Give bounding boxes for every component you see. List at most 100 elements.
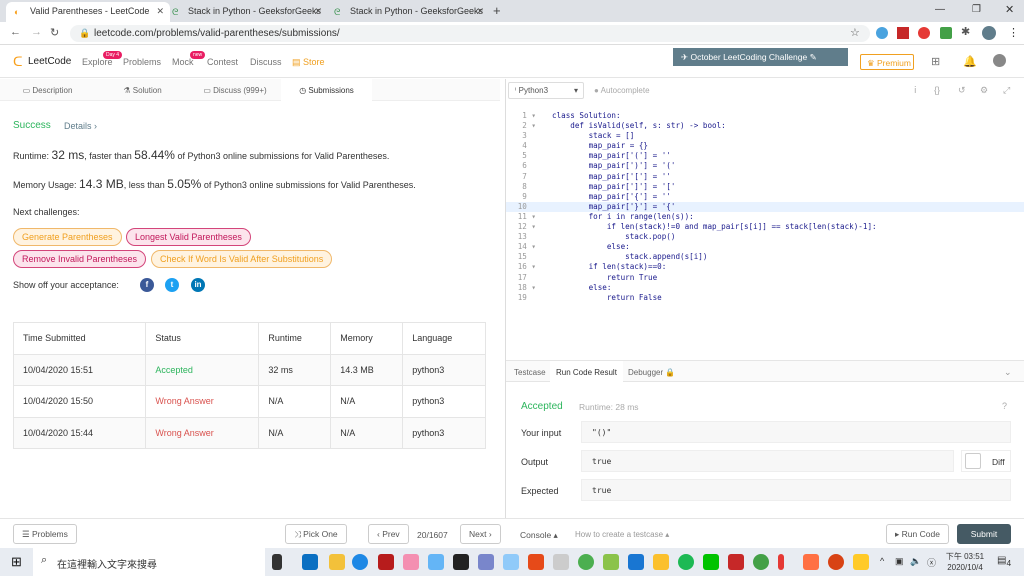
code-line[interactable]: 1 ▾ class Solution: (506, 111, 1024, 121)
maximize-button[interactable]: ❐ (972, 4, 981, 15)
app-icon[interactable] (503, 554, 519, 570)
submit-button[interactable]: Submit (957, 524, 1011, 544)
volume-icon[interactable]: 🔈 (910, 556, 921, 567)
nav-store[interactable]: ▤ Store (292, 57, 325, 68)
challenge-chip[interactable]: Remove Invalid Parentheses (13, 250, 147, 268)
windows-start-icon[interactable]: ⊞ (11, 554, 22, 570)
challenge-chip[interactable]: Generate Parentheses (13, 228, 122, 246)
collapse-chevron-icon[interactable]: ⌄ (1004, 367, 1012, 378)
notification-bell-icon[interactable]: 🔔 (963, 55, 977, 68)
taskbar-search[interactable]: ⌕ 在這裡輸入文字來搜尋 (33, 548, 265, 576)
code-line[interactable]: 16 ▾ if len(stack)==0: (506, 262, 1024, 272)
next-button[interactable]: Next › (460, 524, 501, 544)
mail-icon[interactable] (302, 554, 318, 570)
table-row[interactable]: 10/04/2020 15:51 Accepted 32 ms 14.3 MB pyth… (12, 353, 486, 386)
close-tab-icon[interactable]: ✕ (156, 6, 164, 17)
code-line[interactable]: 14 ▾ else: (506, 242, 1024, 252)
spotify-icon[interactable] (678, 554, 694, 570)
code-line[interactable]: 17 return True (506, 273, 1024, 283)
close-window-button[interactable]: ✕ (1005, 3, 1014, 16)
code-line[interactable]: 13 stack.pop() (506, 232, 1024, 242)
office-icon[interactable] (528, 554, 544, 570)
forward-icon[interactable]: → (31, 26, 42, 38)
diff-toggle[interactable]: Diff (961, 450, 1011, 472)
browser-tab[interactable]: ᘓ Stack in Python - GeeksforGeeks ✕ (326, 2, 490, 22)
tray-chevron-icon[interactable]: ^ (880, 556, 884, 566)
code-line[interactable]: 19 return False (506, 293, 1024, 303)
braces-icon[interactable]: {} (934, 85, 940, 95)
code-line[interactable]: 18 ▾ else: (506, 283, 1024, 293)
linkedin-icon[interactable]: in (191, 278, 205, 292)
chrome-icon[interactable] (578, 554, 594, 570)
app-icon[interactable] (603, 554, 619, 570)
tab-testcase[interactable]: Testcase (514, 368, 546, 377)
table-row[interactable]: 10/04/2020 15:50 Wrong Answer N/A N/A python… (12, 385, 486, 418)
reload-icon[interactable]: ↻ (50, 26, 59, 39)
settings-icon[interactable]: ⚙ (980, 85, 988, 96)
testcase-help-link[interactable]: How to create a testcase ▴ (575, 530, 669, 539)
code-line[interactable]: 3 stack = [] (506, 131, 1024, 141)
line-icon[interactable] (703, 554, 719, 570)
close-tab-icon[interactable]: ✕ (476, 6, 484, 17)
prev-button[interactable]: ‹ Prev (368, 524, 409, 544)
app-icon[interactable] (778, 554, 784, 570)
status-link[interactable]: Wrong Answer (145, 385, 260, 418)
app-icon[interactable] (553, 554, 569, 570)
tab-solution[interactable]: ⚗ Solution (95, 79, 190, 101)
close-tab-icon[interactable]: ✕ (314, 6, 322, 17)
reset-icon[interactable]: ↺ (958, 85, 966, 96)
ime-icon[interactable]: ⓧ (927, 556, 936, 569)
code-line[interactable]: 12 ▾ if len(stack)!=0 and map_pair[s[i]]… (506, 222, 1024, 232)
help-icon[interactable]: ? (1002, 401, 1007, 411)
user-avatar[interactable] (993, 54, 1006, 67)
menu-icon[interactable]: ⋮ (1008, 26, 1019, 39)
app-icon[interactable] (478, 554, 494, 570)
code-line[interactable]: 9 map_pair['{'] = '' (506, 192, 1024, 202)
language-select[interactable]: ⁱ Python3 ▾ (508, 82, 584, 99)
code-line[interactable]: 5 map_pair['('] = '' (506, 151, 1024, 161)
extension-icon[interactable] (918, 27, 930, 39)
nav-discuss[interactable]: Discuss (250, 57, 282, 67)
premium-button[interactable]: ♛ Premium (860, 54, 914, 70)
vscode-icon[interactable] (628, 554, 644, 570)
clock-time[interactable]: 下午 03:51 (945, 551, 985, 562)
code-line[interactable]: 6 map_pair[')'] = '(' (506, 161, 1024, 171)
problems-button[interactable]: ☰ Problems (13, 524, 77, 544)
nav-contest[interactable]: Contest (207, 57, 238, 67)
app-icon[interactable] (653, 554, 669, 570)
clock-date[interactable]: 2020/10/4 (943, 563, 987, 572)
browser-tab[interactable]: ᘓ Stack in Python - GeeksforGeeks ✕ (164, 2, 328, 22)
run-code-button[interactable]: ▸ Run Code (886, 524, 949, 544)
file-explorer-icon[interactable] (329, 554, 345, 570)
twitter-icon[interactable]: t (165, 278, 179, 292)
leetcode-logo-icon[interactable]: ᑕ (13, 54, 23, 70)
extensions-puzzle-icon[interactable]: ✱ (961, 25, 970, 38)
terminal-icon[interactable] (453, 554, 469, 570)
october-challenge-banner[interactable]: ✈ October LeetCoding Challenge ✎ (673, 48, 848, 66)
tab-run-code-result[interactable]: Run Code Result (550, 361, 623, 383)
edge-icon[interactable] (352, 554, 368, 570)
browser-tab[interactable]: ◐ Valid Parentheses - LeetCode ✕ (6, 2, 170, 22)
info-icon[interactable]: ⅰ (914, 85, 917, 96)
app-icon[interactable] (753, 554, 769, 570)
code-line[interactable]: 2 ▾ def isValid(self, s: str) -> bool: (506, 121, 1024, 131)
code-line[interactable]: 4 map_pair = {} (506, 141, 1024, 151)
tab-description[interactable]: ▭ Description (0, 79, 95, 101)
tab-discuss[interactable]: ▭ Discuss (999+) (190, 79, 280, 101)
challenge-chip[interactable]: Longest Valid Parentheses (126, 228, 251, 246)
network-icon[interactable]: ▣ (895, 556, 904, 567)
back-icon[interactable]: ← (10, 26, 21, 38)
code-line[interactable]: 10 map_pair['}'] = '{' (506, 201, 1024, 212)
facebook-icon[interactable]: f (140, 278, 154, 292)
tab-debugger[interactable]: Debugger 🔒 (628, 368, 675, 377)
xampp-icon[interactable] (803, 554, 819, 570)
app-icon[interactable] (378, 554, 394, 570)
app-icon[interactable] (403, 554, 419, 570)
pick-one-button[interactable]: ⤨ Pick One (285, 524, 347, 544)
table-row[interactable]: 10/04/2020 15:44 Wrong Answer N/A N/A python… (12, 416, 486, 449)
autocomplete-toggle[interactable]: ● Autocomplete (594, 86, 650, 95)
extension-icon[interactable] (897, 27, 909, 39)
console-button[interactable]: Console ▴ (520, 530, 558, 541)
extension-icon[interactable] (876, 27, 888, 39)
mcafee-icon[interactable] (728, 554, 744, 570)
